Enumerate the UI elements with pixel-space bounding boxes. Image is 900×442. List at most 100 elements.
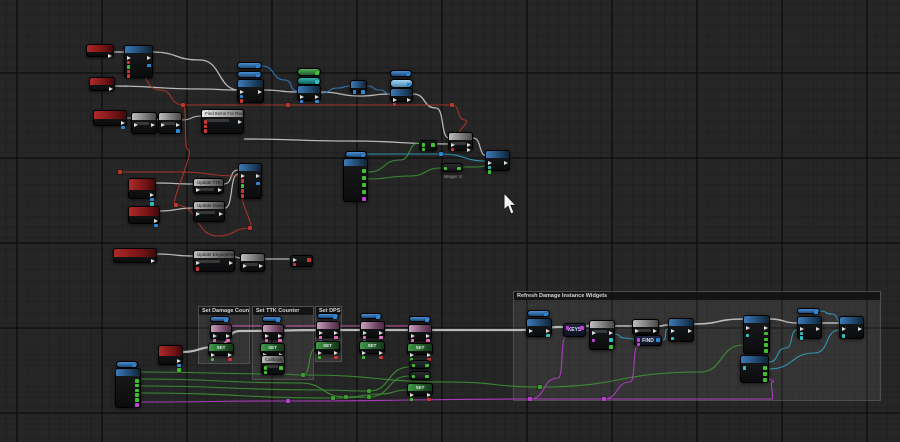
pin-x[interactable] — [745, 326, 750, 330]
pin-x[interactable] — [195, 188, 200, 192]
gray-node-21[interactable] — [448, 132, 473, 152]
pin-x[interactable] — [175, 123, 180, 127]
pin-p[interactable] — [277, 338, 282, 343]
pin-g[interactable] — [421, 143, 426, 147]
pin-r[interactable] — [450, 147, 455, 152]
pin-x[interactable] — [264, 334, 269, 338]
pin-x[interactable] — [277, 334, 282, 338]
pin-b[interactable] — [223, 318, 228, 322]
pin-g[interactable] — [134, 398, 139, 402]
pin-g[interactable] — [134, 379, 139, 383]
blueprint-canvas[interactable]: Set Damage CounterSet TTK CounterSet DPS… — [0, 0, 900, 442]
pin-r[interactable] — [392, 102, 397, 107]
pin-g[interactable] — [263, 370, 268, 375]
pin-x[interactable] — [108, 87, 113, 91]
event-node-28[interactable] — [113, 248, 157, 263]
pin-g[interactable] — [361, 176, 366, 180]
pin-x[interactable] — [333, 331, 338, 335]
pin-g[interactable] — [240, 184, 245, 188]
pin-x[interactable] — [410, 334, 415, 338]
pin-g[interactable] — [411, 363, 416, 368]
pin-c[interactable] — [745, 333, 750, 338]
pin-g[interactable] — [456, 166, 461, 171]
pin-x[interactable] — [687, 329, 692, 333]
pin-x[interactable] — [240, 174, 245, 178]
pin-c[interactable] — [314, 80, 319, 84]
pin-x[interactable] — [392, 98, 397, 102]
pin-x[interactable] — [210, 353, 215, 357]
pin-x[interactable] — [258, 264, 263, 268]
pin-b[interactable] — [405, 72, 410, 77]
pin-b[interactable] — [175, 129, 180, 133]
pin-g[interactable] — [210, 357, 215, 362]
pin-x[interactable] — [466, 143, 471, 147]
pin-x[interactable] — [815, 327, 820, 331]
fn-node-60[interactable] — [668, 318, 694, 342]
pin-b[interactable] — [424, 318, 429, 322]
fn-node-27[interactable] — [238, 163, 262, 199]
cap-blue-node-35[interactable] — [210, 316, 230, 322]
reroute-node[interactable] — [367, 389, 371, 393]
plain-node-20[interactable] — [419, 140, 437, 152]
pin-x[interactable] — [257, 90, 262, 94]
pin-p[interactable] — [212, 338, 217, 343]
reroute-node[interactable] — [602, 397, 606, 401]
cap-blue-node-14[interactable] — [390, 70, 412, 77]
update-engagement-tags-node[interactable]: Update Engagement Tags — [193, 250, 235, 272]
pin-r[interactable] — [240, 179, 245, 183]
pin-g[interactable] — [424, 363, 429, 368]
pin-p[interactable] — [362, 335, 367, 340]
pin-b[interactable] — [153, 223, 158, 228]
pin-g[interactable] — [314, 71, 319, 75]
reroute-node[interactable] — [439, 152, 443, 156]
pin-c[interactable] — [670, 336, 675, 341]
set-node[interactable]: SET — [315, 341, 340, 360]
pin-r[interactable] — [426, 397, 431, 402]
pin-x[interactable] — [503, 161, 508, 165]
reroute-node[interactable] — [344, 395, 348, 399]
pin-r[interactable] — [292, 262, 297, 267]
pin-r[interactable] — [240, 194, 245, 198]
pin-g[interactable] — [361, 190, 366, 194]
event-node-2[interactable] — [89, 77, 115, 91]
reroute-node[interactable] — [181, 103, 185, 107]
pin-r[interactable] — [126, 60, 131, 65]
pin-x[interactable] — [763, 326, 768, 330]
find-node[interactable]: FIND — [634, 335, 662, 347]
pin-b[interactable] — [275, 318, 280, 322]
reroute-node[interactable] — [528, 397, 532, 401]
pin-g[interactable] — [263, 366, 268, 370]
pin-x[interactable] — [153, 219, 158, 223]
pin-g[interactable] — [763, 349, 768, 353]
pin-x[interactable] — [255, 174, 260, 178]
pin-g[interactable] — [762, 372, 767, 376]
fn-node-34[interactable] — [115, 368, 141, 408]
pin-x[interactable] — [212, 334, 217, 338]
cap-blue-node-63[interactable] — [797, 308, 820, 314]
pin-x[interactable] — [133, 123, 138, 127]
pin-x[interactable] — [160, 123, 165, 127]
pin-g[interactable] — [409, 397, 414, 402]
pin-x[interactable] — [195, 261, 200, 265]
pin-g[interactable] — [317, 355, 322, 360]
pin-x[interactable] — [242, 264, 247, 268]
pin-c[interactable] — [841, 334, 846, 338]
pin-x[interactable] — [317, 351, 322, 355]
pin-g[interactable] — [763, 343, 768, 347]
event-node-32[interactable] — [158, 345, 183, 372]
pin-x[interactable] — [217, 188, 222, 192]
pin-m[interactable] — [361, 197, 366, 201]
pin-x[interactable] — [857, 327, 862, 331]
gray-node-5[interactable] — [158, 112, 182, 134]
pin-b[interactable] — [375, 315, 380, 319]
pin-x[interactable] — [361, 351, 366, 355]
pin-g[interactable] — [763, 331, 768, 336]
pin-x[interactable] — [227, 353, 232, 357]
cap-blue-node-42[interactable] — [317, 313, 339, 319]
pin-b[interactable] — [176, 363, 181, 368]
gray-node-30[interactable] — [240, 253, 265, 272]
cap-lblue-node-15[interactable] — [390, 79, 413, 88]
pin-x[interactable] — [149, 193, 154, 197]
gray-node-4[interactable] — [131, 112, 157, 134]
pin-r[interactable] — [126, 69, 131, 74]
